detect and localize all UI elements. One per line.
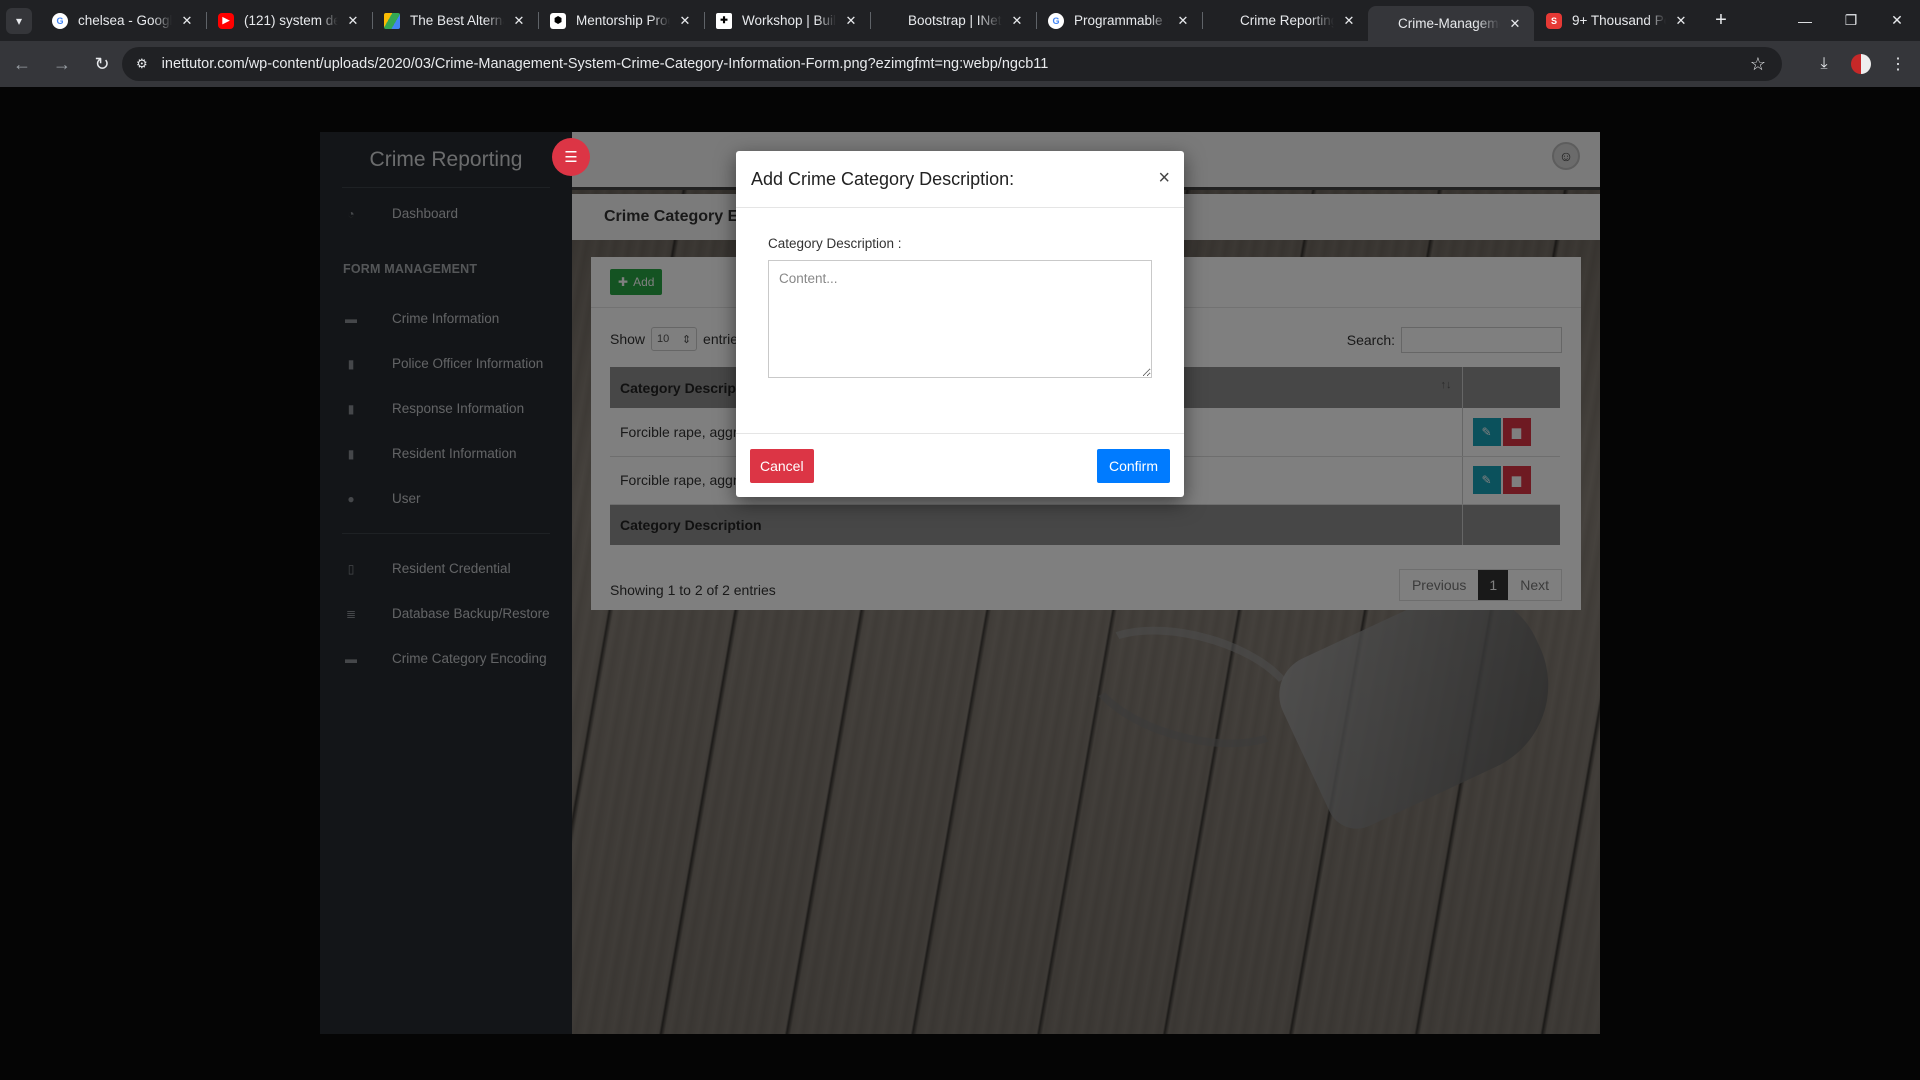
close-icon[interactable]: ✕ <box>842 13 860 29</box>
tab-title: Crime-Management-System <box>1398 16 1500 31</box>
cancel-button[interactable]: Cancel <box>750 449 814 483</box>
restore-button[interactable]: ❐ <box>1828 0 1874 41</box>
browser-tab[interactable]: ✚ Workshop | Build ✕ <box>704 0 870 41</box>
close-icon[interactable]: ✕ <box>344 13 362 29</box>
profile-avatar-icon <box>1851 54 1871 74</box>
browser-tab[interactable]: Bootstrap | INetTutor ✕ <box>870 0 1036 41</box>
close-icon: × <box>1158 167 1170 189</box>
sidebar-toggle-button[interactable]: ☰ <box>552 138 590 176</box>
browser-tab[interactable]: ▶ (121) system design - YouTube ✕ <box>206 0 372 41</box>
browser-tab[interactable]: The Best Alternatives ✕ <box>372 0 538 41</box>
modal-body: Category Description : <box>736 208 1184 434</box>
forward-button[interactable]: → <box>44 46 80 82</box>
minimize-icon: — <box>1798 12 1812 29</box>
tab-title: Bootstrap | INetTutor <box>908 13 1002 28</box>
close-icon: ✕ <box>1891 12 1903 28</box>
close-icon[interactable]: ✕ <box>510 13 528 29</box>
bookmark-star-icon[interactable]: ☆ <box>1750 54 1766 75</box>
youtube-icon: ▶ <box>218 12 234 29</box>
tab-title: Mentorship Program <box>576 13 670 28</box>
modal-footer: Cancel Confirm <box>736 433 1184 497</box>
browser-tab[interactable]: G Programmable Search ✕ <box>1036 0 1202 41</box>
close-icon[interactable]: ✕ <box>1174 13 1192 29</box>
tab-title: Workshop | Build <box>742 13 836 28</box>
kebab-menu-icon: ⋮ <box>1890 56 1906 73</box>
address-bar[interactable]: ⚙ inettutor.com/wp-content/uploads/2020/… <box>122 47 1782 81</box>
new-tab-button[interactable]: + <box>1706 6 1736 36</box>
plus-square-icon: ✚ <box>716 12 732 29</box>
close-icon[interactable]: ✕ <box>676 13 694 29</box>
download-icon: ⤓ <box>1820 55 1828 72</box>
browser-tab[interactable]: Crime Reporting System ✕ <box>1202 0 1368 41</box>
back-button[interactable]: ← <box>4 46 40 82</box>
chevron-down-icon: ▾ <box>15 13 23 28</box>
close-icon[interactable]: ✕ <box>178 13 196 29</box>
close-icon[interactable]: ✕ <box>1008 13 1026 29</box>
page-viewport: Crime Reporting ◔ Dashboard FORM MANAGEM… <box>0 87 1920 1080</box>
menu-icon: ☰ <box>564 149 578 166</box>
browser-toolbar: ← → ↻ ⚙ inettutor.com/wp-content/uploads… <box>0 41 1920 87</box>
tab-title: (121) system design - YouTube <box>244 13 338 28</box>
browser-tab[interactable]: G chelsea - Google Search ✕ <box>40 0 206 41</box>
confirm-button[interactable]: Confirm <box>1096 449 1170 483</box>
add-category-modal: Add Crime Category Description: × Catego… <box>736 151 1184 497</box>
browser-tab[interactable]: ⬢ Mentorship Program ✕ <box>538 0 704 41</box>
close-icon[interactable]: ✕ <box>1672 13 1690 29</box>
google-icon: G <box>1048 12 1064 29</box>
tab-search-button[interactable]: ▾ <box>6 7 32 34</box>
reload-button[interactable]: ↻ <box>84 46 120 82</box>
arrow-right-icon: → <box>53 53 71 74</box>
plus-icon: + <box>1715 9 1727 31</box>
site-info-icon[interactable]: ⚙ <box>136 56 148 72</box>
close-icon[interactable]: ✕ <box>1506 16 1524 32</box>
close-window-button[interactable]: ✕ <box>1874 0 1920 41</box>
close-icon[interactable]: ✕ <box>1340 13 1358 29</box>
restore-icon: ❐ <box>1844 12 1858 28</box>
reload-icon: ↻ <box>94 53 110 74</box>
browser-tab-active[interactable]: Crime-Management-System ✕ <box>1368 6 1534 41</box>
drive-icon <box>384 12 400 29</box>
modal-header: Add Crime Category Description: × <box>736 151 1184 208</box>
tab-title: Crime Reporting System <box>1240 13 1334 28</box>
url-text[interactable]: inettutor.com/wp-content/uploads/2020/03… <box>162 56 1049 72</box>
modal-close-button[interactable]: × <box>1158 167 1170 190</box>
modal-title: Add Crime Category Description: <box>751 168 1015 189</box>
tab-title: The Best Alternatives <box>410 13 504 28</box>
download-button[interactable]: ⤓ <box>1806 46 1842 82</box>
arrow-left-icon: ← <box>13 53 31 74</box>
browser-tab-bar: ▾ G chelsea - Google Search ✕ ▶ (121) sy… <box>0 0 1920 41</box>
tab-title: Programmable Search <box>1074 13 1168 28</box>
tab-title: 9+ Thousand Police <box>1572 13 1666 28</box>
google-icon: G <box>52 12 68 29</box>
browser-tab[interactable]: S 9+ Thousand Police ✕ <box>1534 0 1700 41</box>
browser-menu-button[interactable]: ⋮ <box>1880 46 1916 82</box>
shutterstock-icon: S <box>1546 12 1562 29</box>
minimize-button[interactable]: — <box>1782 0 1828 41</box>
category-description-textarea[interactable] <box>768 260 1152 378</box>
category-description-label: Category Description : <box>768 236 902 251</box>
hexagon-icon: ⬢ <box>550 12 566 29</box>
profile-button[interactable] <box>1843 46 1879 82</box>
tab-title: chelsea - Google Search <box>78 13 172 28</box>
